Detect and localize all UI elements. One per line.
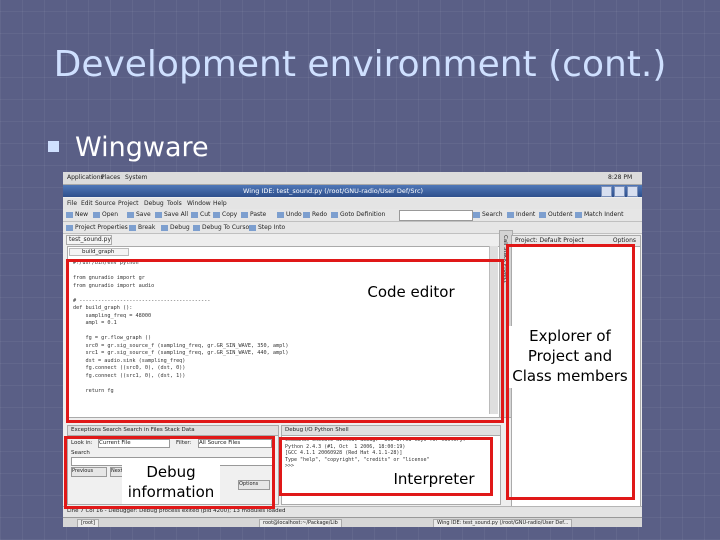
debug-label: Debug information xyxy=(122,462,220,504)
match-indent-icon xyxy=(575,211,582,218)
gnome-menu-system[interactable]: System xyxy=(125,174,147,181)
function-selector[interactable]: build_graph xyxy=(69,248,129,256)
save-all-icon xyxy=(155,211,162,218)
explorer-label: Explorer of Project and Class members xyxy=(509,326,631,388)
debug-icon xyxy=(161,224,168,231)
project-options-button[interactable]: Options xyxy=(613,237,636,244)
code-editor-label: Code editor xyxy=(362,282,460,302)
break-button[interactable]: Break xyxy=(129,224,155,231)
bullet-square-icon xyxy=(48,141,59,152)
toolbar-search-input[interactable] xyxy=(399,210,473,221)
project-properties-button[interactable]: Project Properties xyxy=(66,224,128,231)
open-icon xyxy=(93,211,100,218)
paste-icon xyxy=(241,211,248,218)
task-root[interactable]: [root] xyxy=(77,519,99,527)
slide-title: Development environment (cont.) xyxy=(53,44,667,85)
break-icon xyxy=(129,224,136,231)
menu-help[interactable]: Help xyxy=(213,200,227,207)
debug-toolbar: Project Properties Break Debug Debug To … xyxy=(63,222,642,234)
window-title: Wing IDE: test_sound.py (/root/GNU-radio… xyxy=(243,187,424,195)
cut-button[interactable]: Cut xyxy=(191,211,210,218)
goto-definition-button[interactable]: Goto Definition xyxy=(331,211,385,218)
debug-label-line1: Debug xyxy=(146,463,196,481)
debug-to-cursor-button[interactable]: Debug To Cursor xyxy=(193,224,252,231)
menu-debug[interactable]: Debug xyxy=(144,200,164,207)
search-button[interactable]: Search xyxy=(473,211,503,218)
window-titlebar[interactable]: Wing IDE: test_sound.py (/root/GNU-radio… xyxy=(63,185,642,197)
indent-button[interactable]: Indent xyxy=(507,211,535,218)
cut-icon xyxy=(191,211,198,218)
debug-button[interactable]: Debug xyxy=(161,224,190,231)
menu-project[interactable]: Project xyxy=(118,200,139,207)
menu-file[interactable]: File xyxy=(67,200,77,207)
indent-icon xyxy=(507,211,514,218)
close-icon[interactable] xyxy=(627,186,638,197)
step-into-button[interactable]: Step Into xyxy=(249,224,285,231)
gnome-panel: Applications Places System 8:28 PM xyxy=(63,172,642,185)
maximize-icon[interactable] xyxy=(614,186,625,197)
explorer-label-line3: Class members xyxy=(512,367,628,385)
save-button[interactable]: Save xyxy=(127,211,151,218)
debug-label-line2: information xyxy=(127,483,215,501)
new-icon xyxy=(66,211,73,218)
match-indent-button[interactable]: Match Indent xyxy=(575,211,623,218)
search-icon xyxy=(473,211,480,218)
task-wing-ide[interactable]: Wing IDE: test_sound.py (/root/GNU-radio… xyxy=(433,519,573,527)
step-into-icon xyxy=(249,224,256,231)
explorer-label-line1: Explorer of xyxy=(529,327,611,345)
outdent-icon xyxy=(539,211,546,218)
menu-window[interactable]: Window xyxy=(187,200,211,207)
bullet-text: Wingware xyxy=(75,132,209,163)
explorer-label-line2: Project and xyxy=(527,347,613,365)
minimize-icon[interactable] xyxy=(601,186,612,197)
new-button[interactable]: New xyxy=(66,211,88,218)
redo-icon xyxy=(303,211,310,218)
undo-icon xyxy=(277,211,284,218)
copy-button[interactable]: Copy xyxy=(213,211,237,218)
menu-source[interactable]: Source xyxy=(95,200,116,207)
menu-edit[interactable]: Edit xyxy=(81,200,93,207)
undo-button[interactable]: Undo xyxy=(277,211,302,218)
tab-test-sound[interactable]: test_sound.py xyxy=(66,235,112,245)
open-button[interactable]: Open xyxy=(93,211,118,218)
task-terminal[interactable]: root@localhost:~/Package/Lib xyxy=(259,519,342,527)
project-title: Project: Default Project xyxy=(515,237,584,244)
copy-icon xyxy=(213,211,220,218)
save-all-button[interactable]: Save All xyxy=(155,211,188,218)
interpreter-label: Interpreter xyxy=(389,469,479,489)
gnome-menu-applications[interactable]: Applications xyxy=(67,174,104,181)
debug-to-cursor-icon xyxy=(193,224,200,231)
taskbar: [root] root@localhost:~/Package/Lib Wing… xyxy=(63,517,642,527)
menu-tools[interactable]: Tools xyxy=(167,200,182,207)
goto-icon xyxy=(331,211,338,218)
paste-button[interactable]: Paste xyxy=(241,211,266,218)
gnome-menu-places[interactable]: Places xyxy=(101,174,120,181)
properties-icon xyxy=(66,224,73,231)
clock: 8:28 PM xyxy=(608,174,633,181)
bullet-item: Wingware xyxy=(48,132,209,163)
outdent-button[interactable]: Outdent xyxy=(539,211,573,218)
redo-button[interactable]: Redo xyxy=(303,211,327,218)
main-toolbar: New Open Save Save All Cut Copy Paste Un… xyxy=(63,209,642,222)
save-icon xyxy=(127,211,134,218)
menubar: File Edit Source Project Debug Tools Win… xyxy=(63,198,642,209)
